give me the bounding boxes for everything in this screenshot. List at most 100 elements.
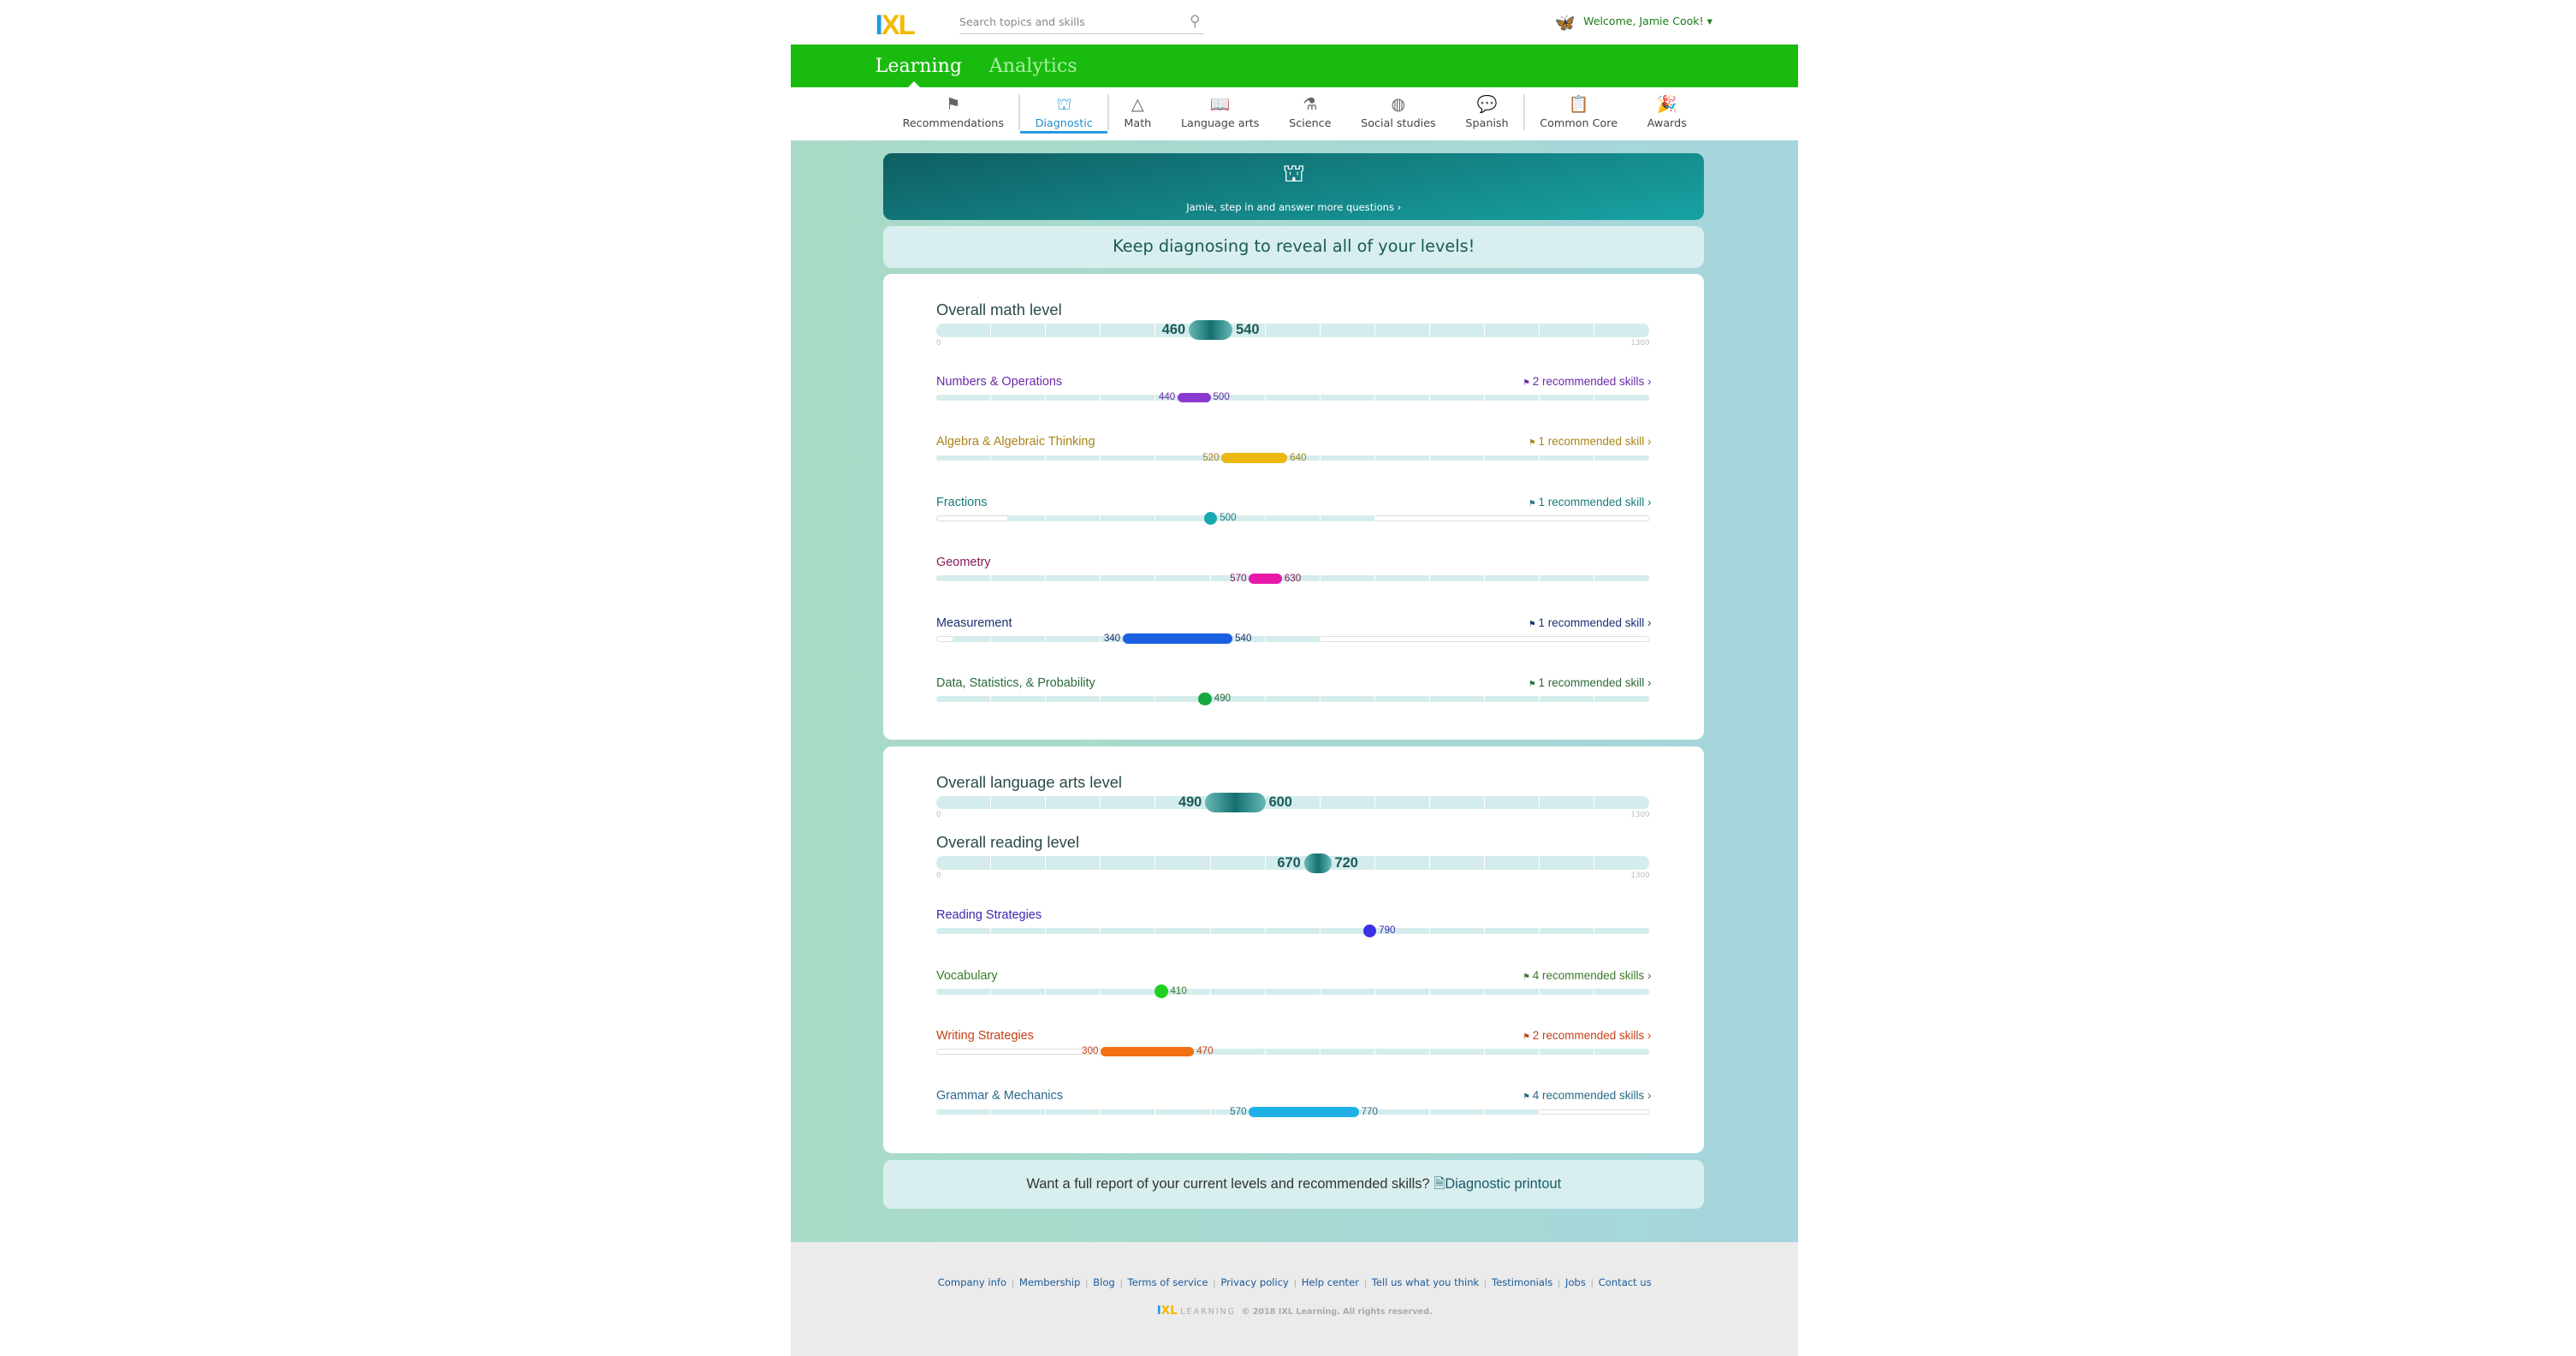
- ixl-logo[interactable]: IXL: [875, 9, 916, 41]
- recommended-skills-link[interactable]: ⚑ 1 recommended skill ›: [1528, 616, 1651, 629]
- track-segment: [1374, 324, 1431, 337]
- user-menu[interactable]: 🦋 Welcome, Jamie Cook! ▾: [1555, 13, 1712, 33]
- track-segment: [1540, 988, 1595, 995]
- scale-max: 1300: [1630, 811, 1650, 820]
- keep-diagnosing-message: Keep diagnosing to reveal all of your le…: [883, 226, 1705, 268]
- level-low-label: 440: [1158, 392, 1176, 403]
- track-segment: [1265, 324, 1321, 337]
- track-segment: [1320, 395, 1375, 401]
- search-input[interactable]: Search topics and skills ⚲: [959, 10, 1204, 34]
- subnav-language-arts[interactable]: 📖 Language arts: [1166, 87, 1274, 134]
- level-high-label: 500: [1213, 392, 1230, 403]
- recommended-skills-link[interactable]: ⚑ 2 recommended skills ›: [1522, 1029, 1651, 1042]
- subnav-label: Awards: [1647, 116, 1687, 130]
- subject-track: 520 640: [936, 452, 1650, 463]
- printout-question: Want a full report of your current level…: [1026, 1175, 1430, 1192]
- track-segment: [1210, 1049, 1266, 1055]
- overall-level-track: 460 540: [936, 320, 1650, 341]
- subject-track: 440 500: [936, 392, 1650, 403]
- track-segment: [936, 324, 992, 337]
- diagnostic-banner[interactable]: ⛫ Jamie, step in and answer more questio…: [883, 153, 1705, 220]
- track-segment: [1101, 928, 1156, 935]
- track-segment: [1155, 575, 1211, 582]
- track-segment: [1374, 1049, 1431, 1055]
- track-segment: [991, 1109, 1047, 1115]
- track-segment: [1430, 1109, 1486, 1115]
- tab-learning[interactable]: Learning: [875, 55, 963, 77]
- track-segment: [1101, 696, 1156, 703]
- track-segment: [1594, 395, 1650, 401]
- track-segment: [1540, 575, 1595, 582]
- subject-track: 500: [936, 511, 1650, 526]
- subnav-math[interactable]: △ Math: [1109, 87, 1166, 134]
- recommended-skills-label: 1 recommended skill ›: [1538, 616, 1652, 629]
- subnav-awards[interactable]: 🎉 Awards: [1632, 87, 1701, 134]
- scale-min: 0: [936, 871, 941, 880]
- diagnostic-printout-link[interactable]: 🗎Diagnostic printout: [1433, 1176, 1561, 1192]
- footer-link[interactable]: Privacy policy: [1220, 1276, 1289, 1288]
- level-range: [1101, 1046, 1195, 1057]
- footer-link[interactable]: Company info: [938, 1276, 1006, 1288]
- track-segment: [1046, 928, 1101, 935]
- footer-link[interactable]: Blog: [1093, 1276, 1115, 1288]
- banner-message[interactable]: Jamie, step in and answer more questions…: [883, 201, 1704, 213]
- track-segment: [936, 696, 992, 703]
- pyramid-icon: △: [1131, 93, 1144, 114]
- track-segment: [1594, 856, 1650, 870]
- track-segment: [1265, 928, 1321, 935]
- level-dot: [1198, 692, 1212, 706]
- footer-link[interactable]: Contact us: [1599, 1276, 1652, 1288]
- footer-link[interactable]: Testimonials: [1492, 1276, 1552, 1288]
- party-horn-icon: 🎉: [1656, 93, 1677, 114]
- level-range: [1178, 392, 1211, 403]
- track-segment: [1485, 1049, 1540, 1055]
- tab-analytics[interactable]: Analytics: [989, 55, 1077, 77]
- link-separator: |: [1085, 1279, 1089, 1289]
- track-segment: [1374, 796, 1431, 810]
- recommended-skills-link[interactable]: ⚑ 4 recommended skills ›: [1522, 1089, 1651, 1102]
- subnav-common-core[interactable]: 📋 Common Core: [1525, 87, 1632, 134]
- level-low-label: 520: [1202, 452, 1220, 463]
- recommended-skills-link[interactable]: ⚑ 1 recommended skill ›: [1528, 435, 1651, 448]
- flag-icon: ⚑: [1522, 1092, 1533, 1103]
- track-segment: [1320, 514, 1375, 521]
- recommended-skills-link[interactable]: ⚑ 1 recommended skill ›: [1528, 676, 1651, 689]
- footer-link[interactable]: Help center: [1302, 1276, 1359, 1288]
- track-segment: [1101, 455, 1156, 461]
- track-segment: [1210, 988, 1266, 995]
- footer-link[interactable]: Jobs: [1565, 1276, 1586, 1288]
- track-segment: [936, 856, 992, 870]
- subnav-science[interactable]: ⚗ Science: [1274, 87, 1346, 134]
- link-separator: |: [1558, 1279, 1561, 1289]
- subnav-social-studies[interactable]: ◍ Social studies: [1346, 87, 1451, 134]
- overall-high-label: 720: [1334, 854, 1358, 871]
- subnav-recommendations[interactable]: ⚑ Recommendations: [887, 87, 1018, 134]
- footer-link[interactable]: Tell us what you think: [1372, 1276, 1479, 1288]
- overall-level-title: Overall language arts level: [936, 772, 1123, 791]
- overall-level-range: [1188, 320, 1233, 341]
- level-high-label: 540: [1235, 633, 1252, 644]
- recommended-skills-link[interactable]: ⚑ 4 recommended skills ›: [1522, 969, 1651, 982]
- language-arts-levels-card: Overall language arts level 490 600 0 1300 Ov…: [883, 746, 1705, 1153]
- track-segment: [1265, 395, 1321, 401]
- track-segment: [1210, 856, 1266, 870]
- track-segment: [991, 455, 1047, 461]
- track-segment: [1007, 514, 1047, 521]
- subnav-diagnostic[interactable]: ⛫ Diagnostic: [1020, 87, 1108, 134]
- track-segment: [1594, 928, 1650, 935]
- footer-link[interactable]: Terms of service: [1128, 1276, 1208, 1288]
- track-segment: [1430, 1049, 1486, 1055]
- footer-link[interactable]: Membership: [1019, 1276, 1080, 1288]
- globe-icon: ◍: [1391, 93, 1406, 114]
- track-segment: [1485, 796, 1540, 810]
- search-icon[interactable]: ⚲: [1190, 10, 1201, 33]
- subnav-spanish[interactable]: 💬 Spanish: [1451, 87, 1523, 134]
- track-segment: [1594, 696, 1650, 703]
- level-low-label: 570: [1230, 1106, 1247, 1117]
- track-segment: [1320, 696, 1375, 703]
- recommended-skills-link[interactable]: ⚑ 2 recommended skills ›: [1522, 375, 1651, 388]
- subject-name: Reading Strategies: [936, 908, 1042, 923]
- track-segment: [1430, 796, 1486, 810]
- recommended-skills-link[interactable]: ⚑ 1 recommended skill ›: [1528, 496, 1651, 508]
- flag-icon: ⚑: [1528, 680, 1539, 690]
